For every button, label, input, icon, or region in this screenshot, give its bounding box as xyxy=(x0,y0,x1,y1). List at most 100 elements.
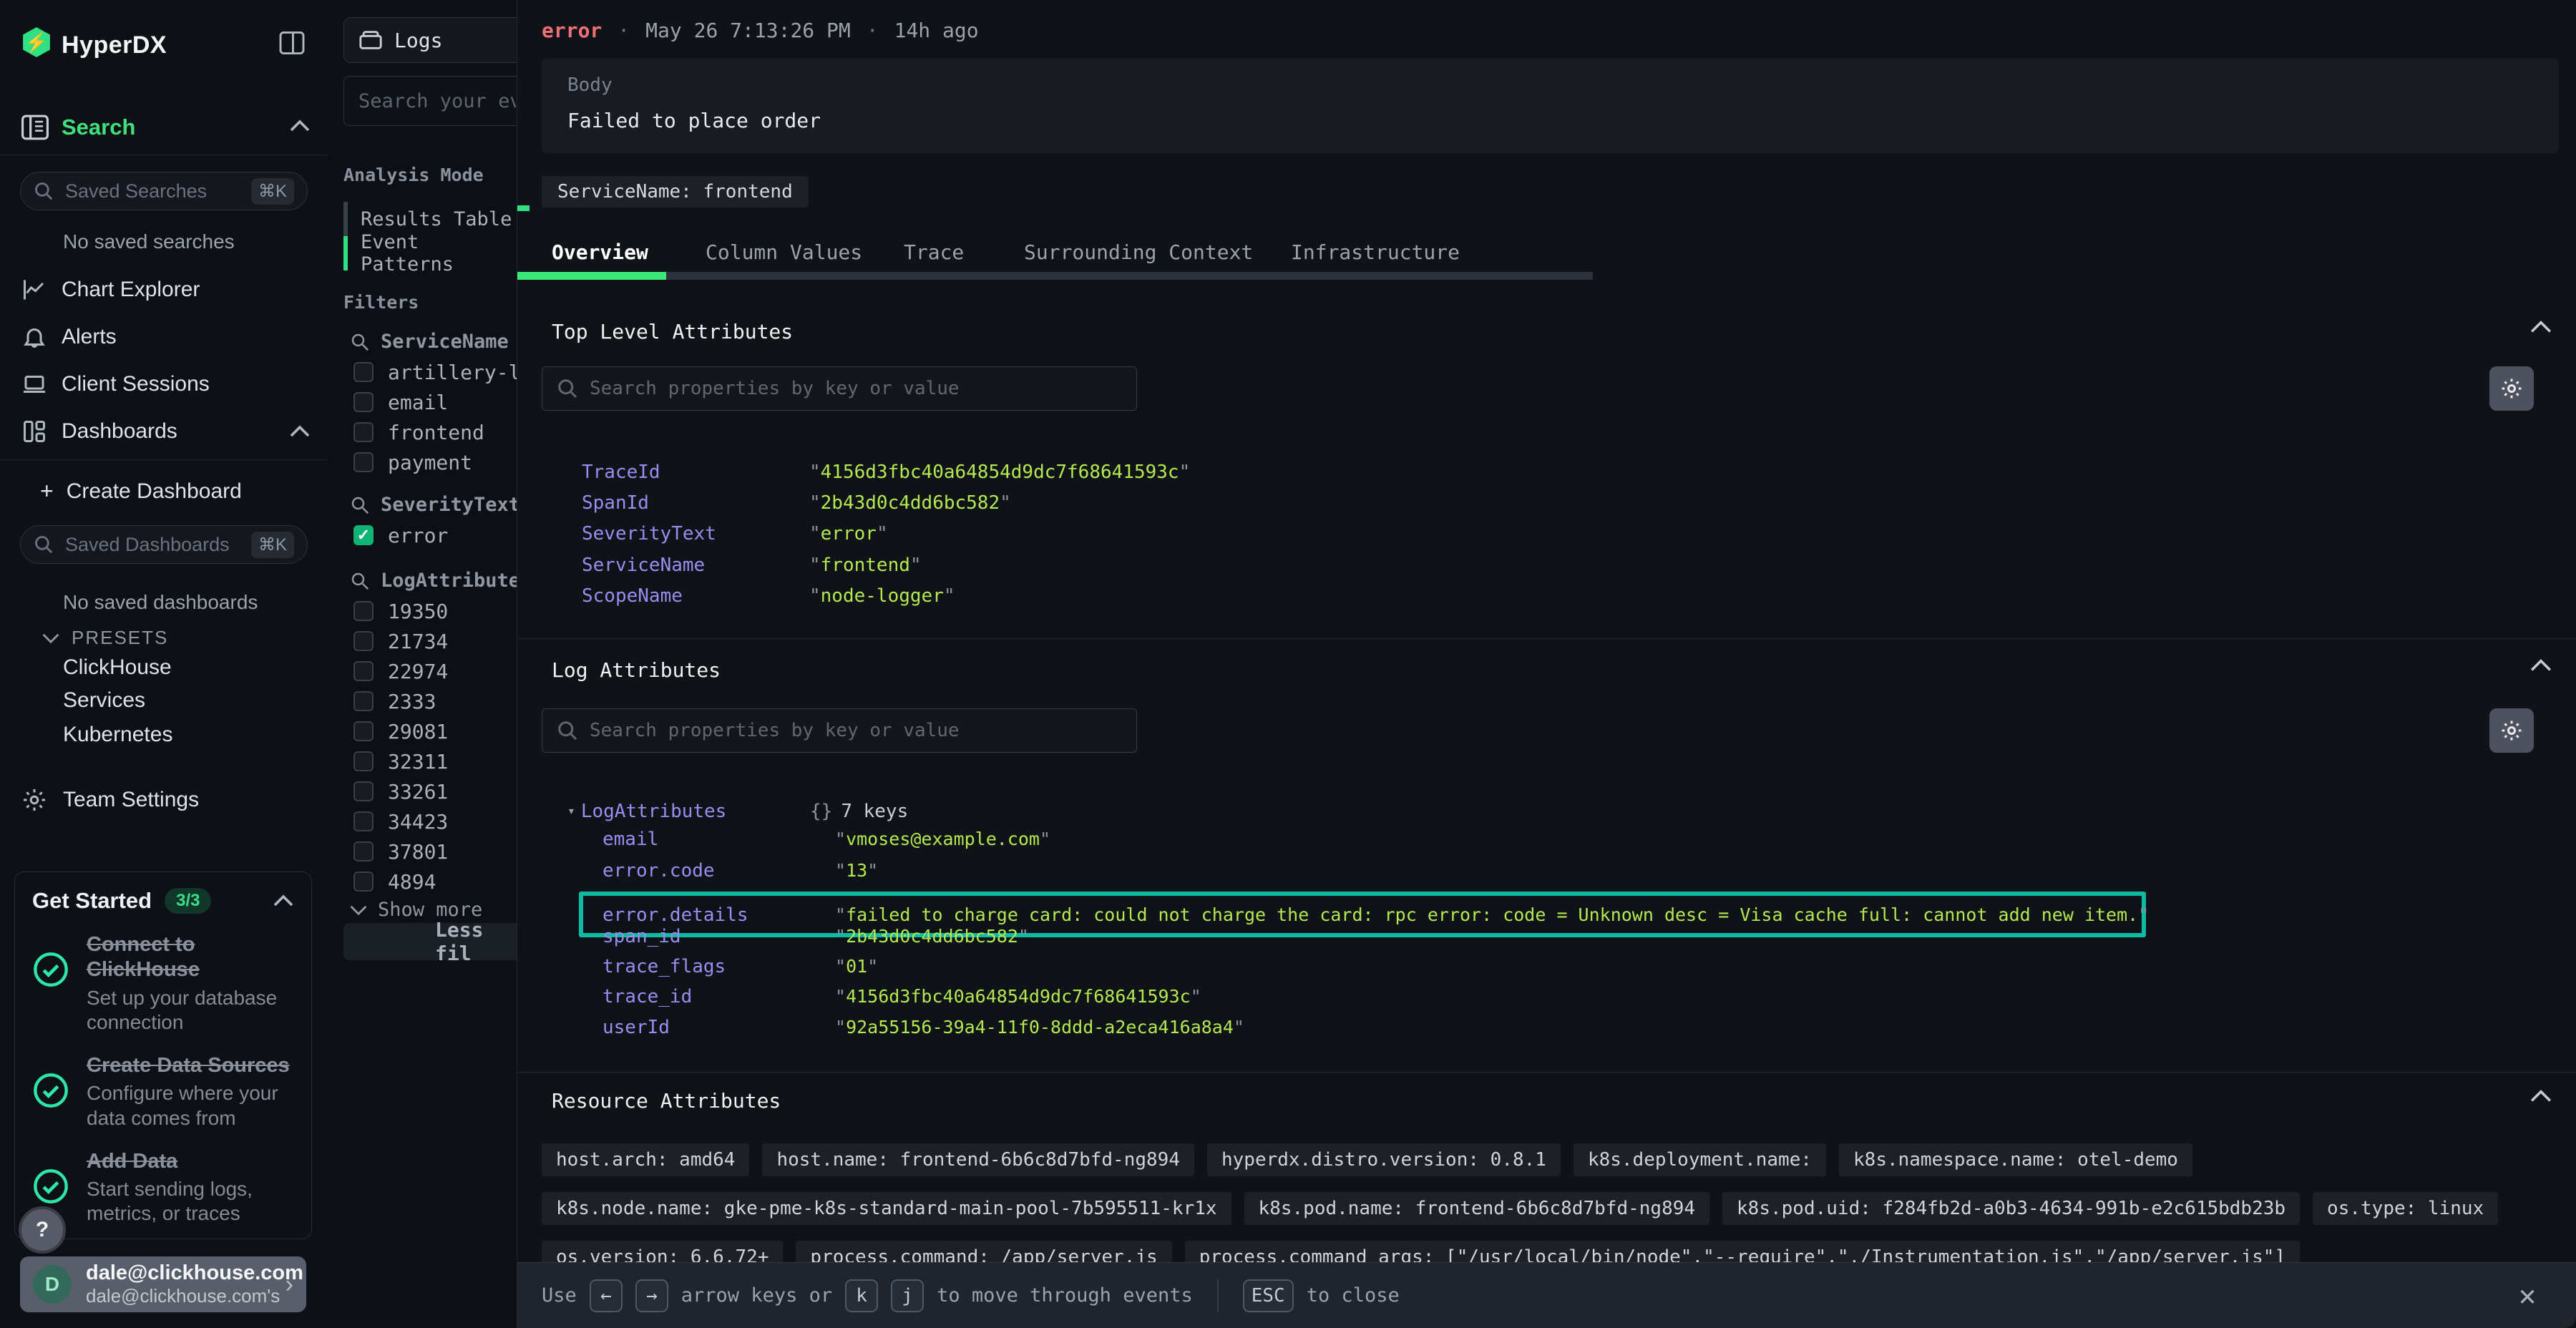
tab-infrastructure[interactable]: Infrastructure xyxy=(1291,240,1460,264)
checkbox[interactable] xyxy=(353,601,374,621)
filter-option[interactable]: 29081 xyxy=(353,717,448,746)
checkbox[interactable] xyxy=(353,781,374,801)
filter-option[interactable]: artillery-loa xyxy=(353,358,517,386)
filter-option[interactable]: 2333 xyxy=(353,687,436,716)
get-started-item[interactable]: Connect to ClickHouseSet up your databas… xyxy=(32,932,294,1035)
attribute-value[interactable]: "4156d3fbc40a64854d9dc7f68641593c" xyxy=(809,462,1190,483)
resource-attribute-chip[interactable]: os.type: linux xyxy=(2313,1192,2498,1225)
attribute-key[interactable]: ServiceName xyxy=(582,555,705,576)
filter-option[interactable]: frontend xyxy=(353,418,484,446)
checkbox[interactable] xyxy=(353,691,374,711)
checkbox[interactable] xyxy=(353,362,374,382)
tree-root-row[interactable]: ▾ LogAttributes xyxy=(567,796,726,826)
attribute-key[interactable]: error.details xyxy=(602,904,748,926)
filter-option[interactable]: ✓error xyxy=(353,521,448,550)
search-icon[interactable] xyxy=(349,331,371,353)
top-level-search-box[interactable] xyxy=(542,366,1137,411)
attribute-value[interactable]: "frontend" xyxy=(809,555,922,576)
attribute-key[interactable]: userId xyxy=(602,1017,670,1038)
tab-surrounding-context[interactable]: Surrounding Context xyxy=(1024,240,1253,264)
collapse-section-icon[interactable] xyxy=(2529,320,2558,334)
preset-item-clickhouse[interactable]: ClickHouse xyxy=(63,655,172,680)
key-j[interactable]: j xyxy=(891,1279,924,1312)
presets-toggle[interactable]: PRESETS xyxy=(42,627,168,649)
analysis-mode-event-patterns[interactable]: Event Patterns xyxy=(343,236,517,270)
collapse-sidebar-icon[interactable] xyxy=(279,31,305,54)
settings-gear-button[interactable] xyxy=(2489,366,2534,411)
key-arrow-right[interactable]: → xyxy=(635,1279,668,1312)
attribute-key[interactable]: TraceId xyxy=(582,462,660,483)
key-esc[interactable]: ESC xyxy=(1243,1279,1294,1312)
chevron-up-icon[interactable] xyxy=(289,119,311,133)
attribute-value[interactable]: "failed to charge card: could not charge… xyxy=(835,904,2149,925)
saved-dashboards-input[interactable] xyxy=(64,533,251,557)
saved-searches-search[interactable]: ⌘K xyxy=(20,172,308,210)
log-attributes-search-box[interactable] xyxy=(542,708,1137,753)
preset-item-kubernetes[interactable]: Kubernetes xyxy=(63,723,172,747)
sidebar-item-search[interactable]: Search xyxy=(62,114,135,140)
sidebar-item-client-sessions[interactable]: Client Sessions xyxy=(0,363,328,405)
checkbox[interactable] xyxy=(353,721,374,741)
user-menu[interactable]: D dale@clickhouse.com dale@clickhouse.co… xyxy=(20,1256,306,1312)
attribute-key[interactable]: span_id xyxy=(602,926,681,947)
attribute-key[interactable]: SeverityText xyxy=(582,523,716,545)
close-icon[interactable]: ✕ xyxy=(2510,1279,2545,1313)
tab-trace[interactable]: Trace xyxy=(904,240,964,264)
checkbox[interactable] xyxy=(353,392,374,412)
resource-attribute-chip[interactable]: hyperdx.distro.version: 0.8.1 xyxy=(1207,1143,1561,1176)
filter-option[interactable]: 22974 xyxy=(353,657,448,685)
filter-option[interactable]: email xyxy=(353,388,448,416)
sidebar-item-alerts[interactable]: Alerts xyxy=(0,316,328,358)
attribute-value[interactable]: "92a55156-39a4-11f0-8ddd-a2eca416a8a4" xyxy=(835,1017,1244,1038)
attribute-value[interactable]: "2b43d0c4dd6bc582" xyxy=(809,492,1011,514)
checkbox[interactable] xyxy=(353,452,374,472)
source-select-button[interactable]: Logs xyxy=(343,17,517,63)
attribute-value[interactable]: "vmoses@example.com" xyxy=(835,829,1050,849)
search-icon[interactable] xyxy=(349,570,371,592)
get-started-item[interactable]: Add DataStart sending logs, metrics, or … xyxy=(32,1149,294,1226)
resource-attribute-chip[interactable]: k8s.pod.uid: f284fb2d-a0b3-4634-991b-e2c… xyxy=(1722,1192,2300,1225)
attribute-value[interactable]: "01" xyxy=(835,956,878,977)
attribute-key[interactable]: trace_id xyxy=(602,986,692,1007)
less-filters-button[interactable]: Less fil xyxy=(343,923,517,960)
attribute-key[interactable]: SpanId xyxy=(582,492,649,514)
event-search-box[interactable] xyxy=(343,76,517,126)
checkbox[interactable] xyxy=(353,661,374,681)
attribute-key[interactable]: error.code xyxy=(602,860,715,882)
resource-attribute-chip[interactable]: k8s.deployment.name: xyxy=(1574,1143,1826,1176)
attribute-value[interactable]: "4156d3fbc40a64854d9dc7f68641593c" xyxy=(835,986,1201,1007)
attribute-key[interactable]: trace_flags xyxy=(602,956,726,977)
filter-option[interactable]: 37801 xyxy=(353,837,448,866)
resource-attribute-chip[interactable]: k8s.pod.name: frontend-6b6c8d7bfd-ng894 xyxy=(1244,1192,1709,1225)
key-arrow-left[interactable]: ← xyxy=(590,1279,623,1312)
search-icon[interactable] xyxy=(349,494,371,516)
filter-option[interactable]: 33261 xyxy=(353,777,448,806)
service-name-chip[interactable]: ServiceName: frontend xyxy=(542,176,809,208)
resource-attribute-chip[interactable]: host.name: frontend-6b6c8d7bfd-ng894 xyxy=(762,1143,1194,1176)
help-button[interactable]: ? xyxy=(19,1206,66,1254)
log-attributes-search-input[interactable] xyxy=(588,719,1122,742)
checkbox[interactable] xyxy=(353,841,374,861)
sidebar-item-team-settings[interactable]: Team Settings xyxy=(21,787,199,813)
attribute-value[interactable]: "2b43d0c4dd6bc582" xyxy=(835,926,1029,947)
preset-item-services[interactable]: Services xyxy=(63,688,145,713)
key-k[interactable]: k xyxy=(845,1279,878,1312)
filter-option[interactable]: 19350 xyxy=(353,597,448,625)
resource-attribute-chip[interactable]: k8s.node.name: gke-pme-k8s-standard-main… xyxy=(542,1192,1231,1225)
collapse-section-icon[interactable] xyxy=(2529,1089,2558,1103)
resource-attribute-chip[interactable]: k8s.namespace.name: otel-demo xyxy=(1839,1143,2192,1176)
filter-option[interactable]: payment xyxy=(353,448,472,477)
attribute-value[interactable]: "node-logger" xyxy=(809,585,955,607)
top-level-search-input[interactable] xyxy=(588,377,1122,400)
sidebar-item-chart-explorer[interactable]: Chart Explorer xyxy=(0,269,328,311)
event-search-input[interactable] xyxy=(357,89,517,113)
attribute-value[interactable]: "13" xyxy=(835,860,878,881)
filter-option[interactable]: 32311 xyxy=(353,747,448,776)
resource-attribute-chip[interactable]: host.arch: amd64 xyxy=(542,1143,749,1176)
checkbox[interactable] xyxy=(353,811,374,831)
tab-column-values[interactable]: Column Values xyxy=(706,240,862,264)
attribute-value[interactable]: "error" xyxy=(809,523,888,545)
filter-option[interactable]: 21734 xyxy=(353,627,448,655)
filter-option[interactable]: 4894 xyxy=(353,867,436,896)
get-started-item[interactable]: Create Data SourcesConfigure where your … xyxy=(32,1053,294,1131)
